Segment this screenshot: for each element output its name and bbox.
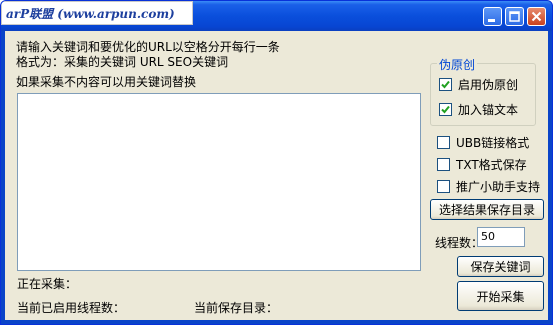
- collecting-label: 正在采集：: [17, 277, 78, 291]
- checkbox-label: TXT格式保存: [456, 158, 527, 172]
- checkbox-box: [439, 103, 452, 116]
- watermark-text: arP联盟 (www.arpun.com): [6, 7, 175, 21]
- save-keywords-button[interactable]: 保存关键词: [457, 256, 544, 277]
- close-button[interactable]: [527, 7, 546, 26]
- checkbox-label: 启用伪原创: [458, 78, 519, 92]
- txt-format-checkbox[interactable]: TXT格式保存: [437, 156, 527, 173]
- title-bar[interactable]: 工具 arP联盟 (www.arpun.com): [1, 1, 552, 31]
- pseudo-original-group: 伪原创 启用伪原创 加入锚文本: [430, 56, 536, 126]
- select-save-dir-button[interactable]: 选择结果保存目录: [430, 199, 544, 220]
- enable-pseudo-checkbox[interactable]: 启用伪原创: [439, 76, 518, 93]
- checkbox-label: 加入锚文本: [458, 103, 519, 117]
- client-area: 请输入关键词和要优化的URL以空格分开每行一条 格式为：采集的关键词 URL S…: [5, 31, 548, 320]
- save-dir-label: 当前保存目录：: [194, 301, 279, 315]
- app-window: 工具 arP联盟 (www.arpun.com) 请输入关键词和要优化的URL以…: [0, 0, 553, 325]
- start-collect-button[interactable]: 开始采集: [457, 281, 544, 311]
- threads-label: 线程数：: [435, 236, 484, 250]
- maximize-button[interactable]: [505, 7, 524, 26]
- maximize-icon: [509, 11, 520, 22]
- checkbox-box: [437, 136, 450, 149]
- checkbox-box: [437, 158, 450, 171]
- watermark-logo: arP联盟 (www.arpun.com): [1, 1, 193, 25]
- promo-helper-checkbox[interactable]: 推广小助手支持: [437, 178, 540, 195]
- minimize-button[interactable]: [483, 7, 502, 26]
- minimize-icon: [488, 19, 495, 22]
- checkbox-label: UBB链接格式: [456, 136, 530, 150]
- instruction-line-3: 如果采集不内容可以用关键词替换: [16, 75, 197, 89]
- checkmark-icon: [441, 105, 450, 114]
- add-anchor-checkbox[interactable]: 加入锚文本: [439, 101, 518, 118]
- checkbox-label: 推广小助手支持: [456, 180, 541, 194]
- keywords-textarea[interactable]: [17, 93, 421, 271]
- close-icon: [531, 11, 542, 22]
- active-threads-label: 当前已启用线程数：: [17, 301, 126, 315]
- threads-input[interactable]: 50: [477, 227, 525, 247]
- checkbox-box: [439, 78, 452, 91]
- ubb-format-checkbox[interactable]: UBB链接格式: [437, 134, 529, 151]
- checkbox-box: [437, 180, 450, 193]
- checkmark-icon: [441, 80, 450, 89]
- group-title: 伪原创: [437, 56, 478, 73]
- instruction-line-2: 格式为：采集的关键词 URL SEO关键词: [16, 55, 229, 69]
